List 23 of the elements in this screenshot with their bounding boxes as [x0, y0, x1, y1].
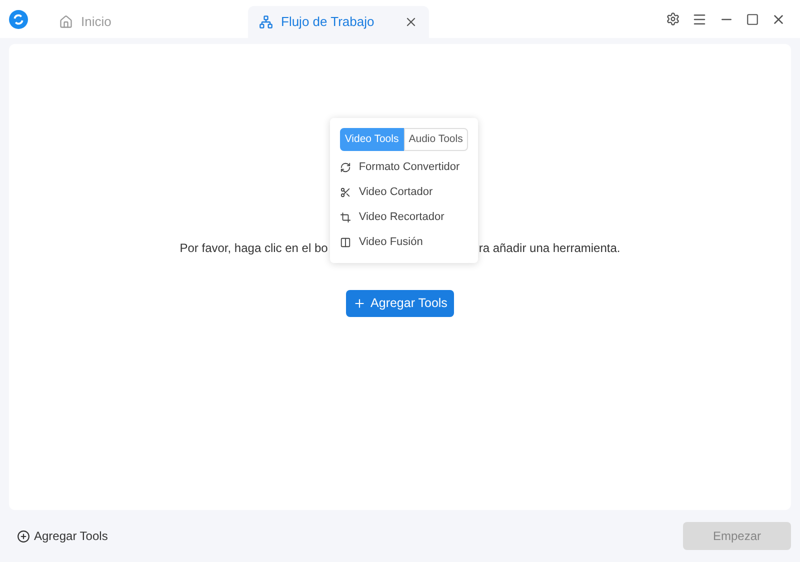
columns-icon	[340, 237, 351, 248]
instruction-text: ra añadir una herramienta.	[478, 240, 620, 257]
refresh-icon	[340, 162, 351, 173]
crop-icon	[340, 212, 351, 223]
workflow-icon	[259, 15, 273, 29]
instruction-text: Por favor, haga clic en el bo	[180, 240, 329, 257]
add-tools-button[interactable]: Agregar Tools	[346, 290, 454, 317]
menu-icon[interactable]	[692, 12, 707, 26]
tool-menu-item[interactable]: Video Recortador	[340, 205, 468, 230]
tool-tab[interactable]: Audio Tools	[404, 128, 468, 151]
scissors-icon	[340, 187, 351, 198]
app-logo-icon	[9, 10, 28, 28]
tool-menu-item[interactable]: Video Fusión	[340, 230, 468, 255]
settings-icon[interactable]	[666, 12, 680, 26]
home-icon	[59, 15, 73, 29]
add-tools-link[interactable]: Agregar Tools	[17, 527, 108, 545]
maximize-icon[interactable]	[746, 12, 759, 26]
add-icon	[17, 530, 30, 542]
tool-menu-item[interactable]: Formato Convertidor	[340, 155, 468, 180]
plus-icon	[352, 297, 366, 310]
close-tab-icon[interactable]	[404, 15, 418, 29]
tool-menu-item[interactable]: Video Cortador	[340, 180, 468, 205]
tab[interactable]: Flujo de Trabajo	[248, 6, 429, 38]
